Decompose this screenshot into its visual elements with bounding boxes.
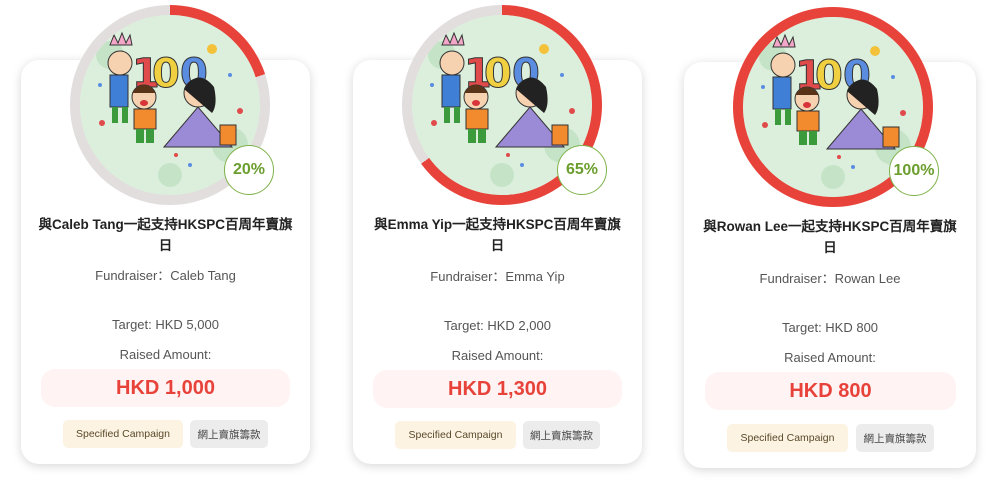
raised-amount: HKD 1,000 <box>41 369 290 407</box>
target-amount: Target: HKD 2,000 <box>444 318 551 333</box>
campaign-title-line2: 日 <box>158 238 173 253</box>
fundraiser-name: Fundraiser：Emma Yip <box>430 269 565 284</box>
tag-online-flag-sale[interactable]: 網上賣旗籌款 <box>190 420 268 448</box>
campaign-title-line1: 與Emma Yip一起支持HKSPC百周年賣旗 <box>374 217 621 232</box>
raised-amount-label: Raised Amount: <box>451 348 544 363</box>
raised-amount-label: Raised Amount: <box>784 350 876 365</box>
progress-percent-badge: 65% <box>557 145 607 195</box>
fundraiser-name: Fundraiser：Rowan Lee <box>759 271 901 286</box>
tag-specified-campaign[interactable]: Specified Campaign <box>63 420 183 448</box>
fundraiser-name: Fundraiser：Caleb Tang <box>95 268 236 283</box>
campaign-title[interactable]: 與Caleb Tang一起支持HKSPC百周年賣旗 日 <box>31 214 300 256</box>
campaign-title[interactable]: 與Emma Yip一起支持HKSPC百周年賣旗 日 <box>363 214 632 256</box>
tag-specified-campaign[interactable]: Specified Campaign <box>395 421 516 449</box>
svg-text:0: 0 <box>815 53 843 99</box>
svg-text:0: 0 <box>152 51 180 97</box>
svg-text:0: 0 <box>484 51 512 97</box>
campaign-title-line1: 與Caleb Tang一起支持HKSPC百周年賣旗 <box>38 217 293 232</box>
raised-amount: HKD 800 <box>705 372 956 410</box>
campaign-title[interactable]: 與Rowan Lee一起支持HKSPC百周年賣旗 日 <box>694 216 966 258</box>
progress-percent-badge: 100% <box>889 146 939 196</box>
raised-amount-label: Raised Amount: <box>119 347 212 362</box>
target-amount: Target: HKD 800 <box>781 320 879 335</box>
target-amount: Target: HKD 5,000 <box>112 317 219 332</box>
campaign-title-line2: 日 <box>490 238 505 253</box>
raised-amount: HKD 1,300 <box>373 370 622 408</box>
campaign-title-line1: 與Rowan Lee一起支持HKSPC百周年賣旗 <box>703 219 957 234</box>
campaign-title-line2: 日 <box>823 240 837 255</box>
tag-online-flag-sale[interactable]: 網上賣旗籌款 <box>856 424 934 452</box>
tag-specified-campaign[interactable]: Specified Campaign <box>727 424 848 452</box>
progress-percent-badge: 20% <box>224 145 274 195</box>
tag-online-flag-sale[interactable]: 網上賣旗籌款 <box>523 421 600 449</box>
